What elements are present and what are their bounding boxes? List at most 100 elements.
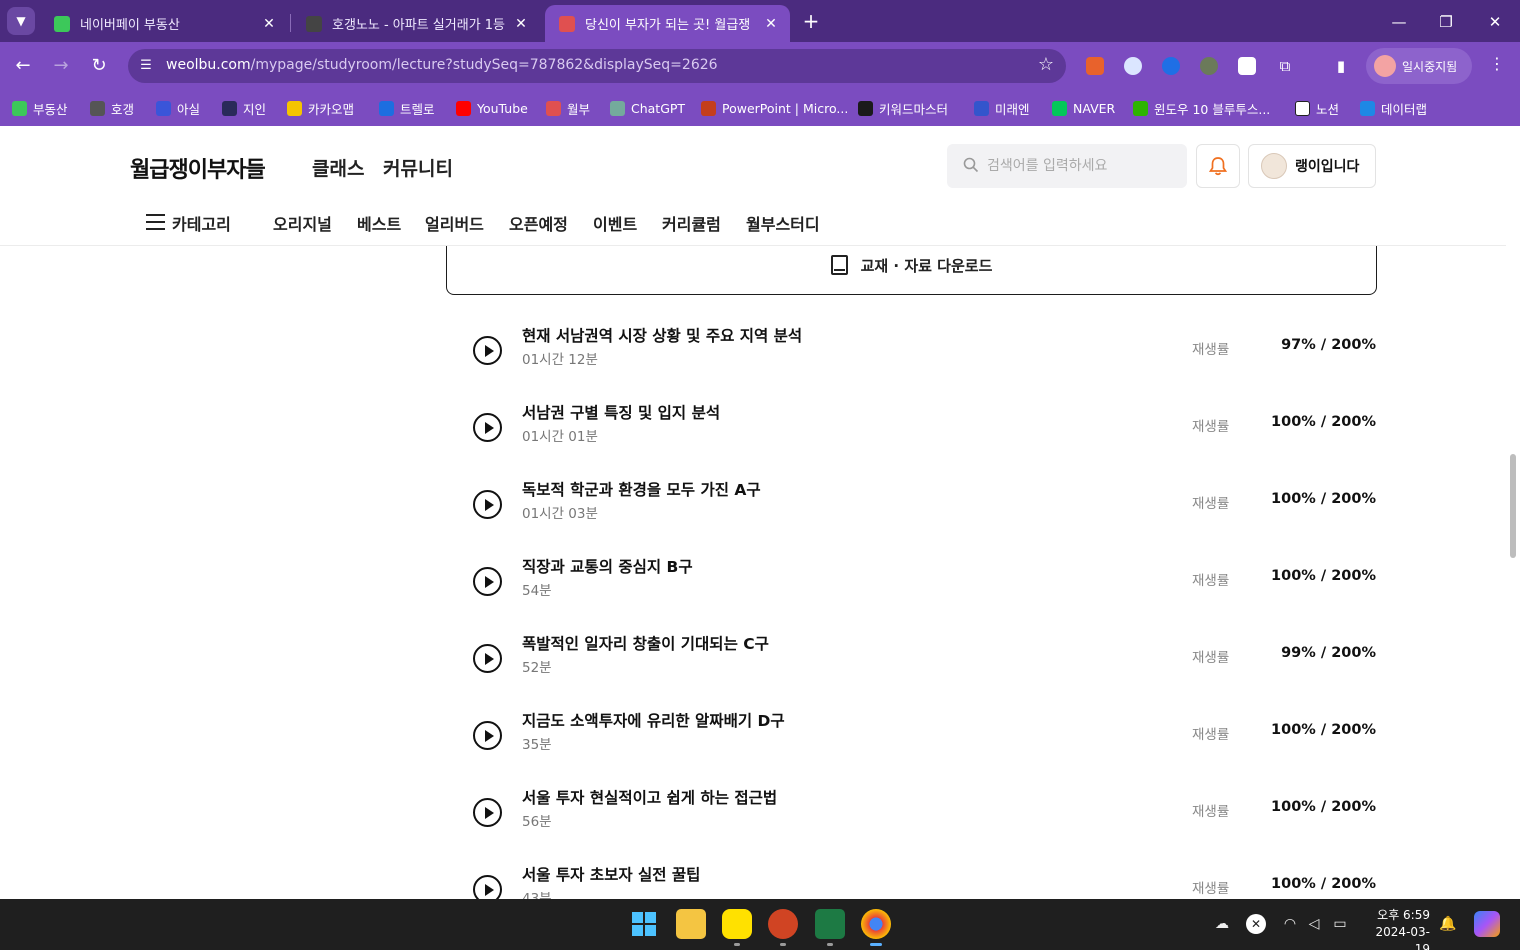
extension-circle-icon[interactable]	[1124, 57, 1142, 75]
bookmark-item[interactable]: 부동산	[12, 97, 68, 119]
excel-icon[interactable]	[815, 909, 845, 939]
extensions-puzzle-icon[interactable]: ⧉	[1274, 55, 1296, 77]
nav-community[interactable]: 커뮤니티	[383, 154, 453, 181]
lecture-item[interactable]: 직장과 교통의 중심지 B구 54분 재생률 100% / 200%	[470, 555, 1376, 632]
extension-badge-icon[interactable]	[1200, 57, 1218, 75]
back-arrow-icon[interactable]: ←	[10, 53, 36, 79]
extension-info-icon[interactable]	[1162, 57, 1180, 75]
bookmark-item[interactable]: 카카오맵	[287, 97, 354, 119]
chrome-icon[interactable]	[861, 909, 891, 939]
menu-icon[interactable]	[146, 214, 165, 230]
extension-square-icon[interactable]	[1238, 57, 1256, 75]
lecture-item[interactable]: 폭발적인 일자리 창출이 기대되는 C구 52분 재생률 99% / 200%	[470, 632, 1376, 709]
battery-icon[interactable]: ▭	[1330, 914, 1350, 934]
lecture-item[interactable]: 서울 투자 초보자 실전 꿀팁 43분 재생률 100% / 200%	[470, 863, 1376, 899]
page-scrollbar[interactable]	[1506, 126, 1520, 899]
play-icon[interactable]	[473, 644, 502, 673]
window-close-icon[interactable]: ✕	[1482, 9, 1508, 35]
close-tab-icon[interactable]: ✕	[762, 16, 780, 32]
clock-date: 2024-03-19	[1375, 925, 1430, 950]
user-menu-button[interactable]: 랭이입니다	[1248, 144, 1376, 188]
play-rate-label: 재생률	[1192, 650, 1230, 666]
play-icon[interactable]	[473, 336, 502, 365]
nav-original[interactable]: 오리지널	[273, 211, 332, 235]
bookmark-item[interactable]: YouTube	[456, 97, 528, 119]
forward-arrow-icon[interactable]: →	[48, 53, 74, 79]
bookmark-item[interactable]: 트렐로	[379, 97, 435, 119]
lecture-item[interactable]: 현재 서남권역 시장 상황 및 주요 지역 분석 01시간 12분 재생률 97…	[470, 324, 1376, 401]
browser-tab[interactable]: 호갱노노 - 아파트 실거래가 1등 ✕	[292, 5, 540, 42]
lecture-title: 서울 투자 현실적이고 쉽게 하는 접근법	[522, 789, 778, 807]
play-icon[interactable]	[473, 567, 502, 596]
nav-earlybird[interactable]: 얼리버드	[425, 211, 484, 235]
nav-curriculum[interactable]: 커리큘럼	[662, 211, 721, 235]
bookmark-item[interactable]: 데이터랩	[1360, 97, 1427, 119]
tray-close-icon[interactable]: ✕	[1246, 914, 1266, 934]
lecture-item[interactable]: 지금도 소액투자에 유리한 알짜배기 D구 35분 재생률 100% / 200…	[470, 709, 1376, 786]
lecture-title: 폭발적인 일자리 창출이 기대되는 C구	[522, 635, 769, 653]
wifi-icon[interactable]: ◠	[1280, 914, 1300, 934]
bookmark-label: 트렐로	[400, 101, 435, 117]
play-icon[interactable]	[473, 413, 502, 442]
address-bar[interactable]: ☰ weolbu.com/mypage/studyroom/lecture?st…	[128, 49, 1066, 83]
system-clock[interactable]: 오후 6:59 2024-03-19	[1362, 907, 1430, 950]
windows-start-icon[interactable]	[629, 909, 659, 939]
bookmark-favicon	[1360, 100, 1375, 116]
play-icon[interactable]	[473, 490, 502, 519]
bookmark-label: 미래엔	[995, 101, 1030, 117]
reload-icon[interactable]: ↻	[86, 53, 112, 79]
profile-button[interactable]: 일시중지됨	[1366, 48, 1472, 84]
lecture-duration: 01시간 12분	[522, 352, 598, 368]
nav-category[interactable]: 카테고리	[172, 211, 231, 235]
kakaotalk-icon[interactable]	[722, 909, 752, 939]
close-tab-icon[interactable]: ✕	[260, 16, 278, 32]
onedrive-icon[interactable]: ☁	[1212, 914, 1232, 934]
notification-button[interactable]	[1196, 144, 1240, 188]
browser-tab[interactable]: 네이버페이 부동산 ✕	[40, 5, 288, 42]
bookmark-item[interactable]: 키워드마스터	[858, 97, 948, 119]
copilot-icon[interactable]	[1474, 911, 1500, 937]
file-explorer-icon[interactable]	[676, 909, 706, 939]
bookmark-item[interactable]: ChatGPT	[610, 97, 685, 119]
bookmark-item[interactable]: 윈도우 10 블루투스...	[1133, 97, 1270, 119]
close-tab-icon[interactable]: ✕	[512, 16, 530, 32]
scrollbar-thumb[interactable]	[1510, 454, 1516, 558]
nav-class[interactable]: 클래스	[312, 154, 364, 181]
bookmark-item[interactable]: 노션	[1295, 97, 1339, 119]
lecture-item[interactable]: 독보적 학군과 환경을 모두 가진 A구 01시간 03분 재생률 100% /…	[470, 478, 1376, 555]
bookmark-item[interactable]: 호갱	[90, 97, 134, 119]
bookmark-label: 키워드마스터	[879, 101, 949, 117]
more-menu-icon[interactable]: ⋮	[1488, 54, 1506, 78]
nav-study[interactable]: 월부스터디	[746, 211, 820, 235]
powerpoint-icon[interactable]	[768, 909, 798, 939]
tab-search-dropdown-icon[interactable]: ▼	[7, 7, 35, 35]
bookmark-item[interactable]: 지인	[222, 97, 266, 119]
bookmark-item[interactable]: NAVER	[1052, 97, 1115, 119]
lecture-item[interactable]: 서남권 구별 특징 및 입지 분석 01시간 01분 재생률 100% / 20…	[470, 401, 1376, 478]
site-info-icon[interactable]: ☰	[136, 56, 156, 76]
browser-tab-active[interactable]: 당신이 부자가 되는 곳! 월급쟁 ✕	[545, 5, 790, 42]
site-logo[interactable]: 월급쟁이부자들	[130, 152, 266, 184]
search-input[interactable]	[987, 155, 1177, 177]
volume-icon[interactable]: ◁	[1304, 914, 1324, 934]
play-icon[interactable]	[473, 721, 502, 750]
minimize-icon[interactable]: —	[1386, 9, 1412, 35]
lecture-item[interactable]: 서울 투자 현실적이고 쉽게 하는 접근법 56분 재생률 100% / 200…	[470, 786, 1376, 863]
bookmark-item[interactable]: 아실	[156, 97, 200, 119]
nav-upcoming[interactable]: 오픈예정	[509, 211, 568, 235]
bookmark-item[interactable]: 미래엔	[974, 97, 1030, 119]
play-icon[interactable]	[473, 875, 502, 899]
nav-event[interactable]: 이벤트	[593, 211, 637, 235]
restore-icon[interactable]: ❐	[1433, 9, 1459, 35]
bookmark-item[interactable]: 월부	[546, 97, 590, 119]
extension-ex-icon[interactable]	[1086, 57, 1104, 75]
side-panel-icon[interactable]: ▮	[1330, 55, 1352, 77]
nav-best[interactable]: 베스트	[357, 211, 401, 235]
bookmark-item[interactable]: PowerPoint | Micro...	[701, 97, 848, 119]
bookmark-favicon	[974, 100, 989, 116]
new-tab-button[interactable]: +	[800, 10, 822, 32]
notification-bell-icon[interactable]: 🔔	[1438, 914, 1458, 934]
play-icon[interactable]	[473, 798, 502, 827]
bookmark-star-icon[interactable]: ☆	[1038, 54, 1054, 75]
url-host: weolbu.com	[166, 57, 251, 73]
